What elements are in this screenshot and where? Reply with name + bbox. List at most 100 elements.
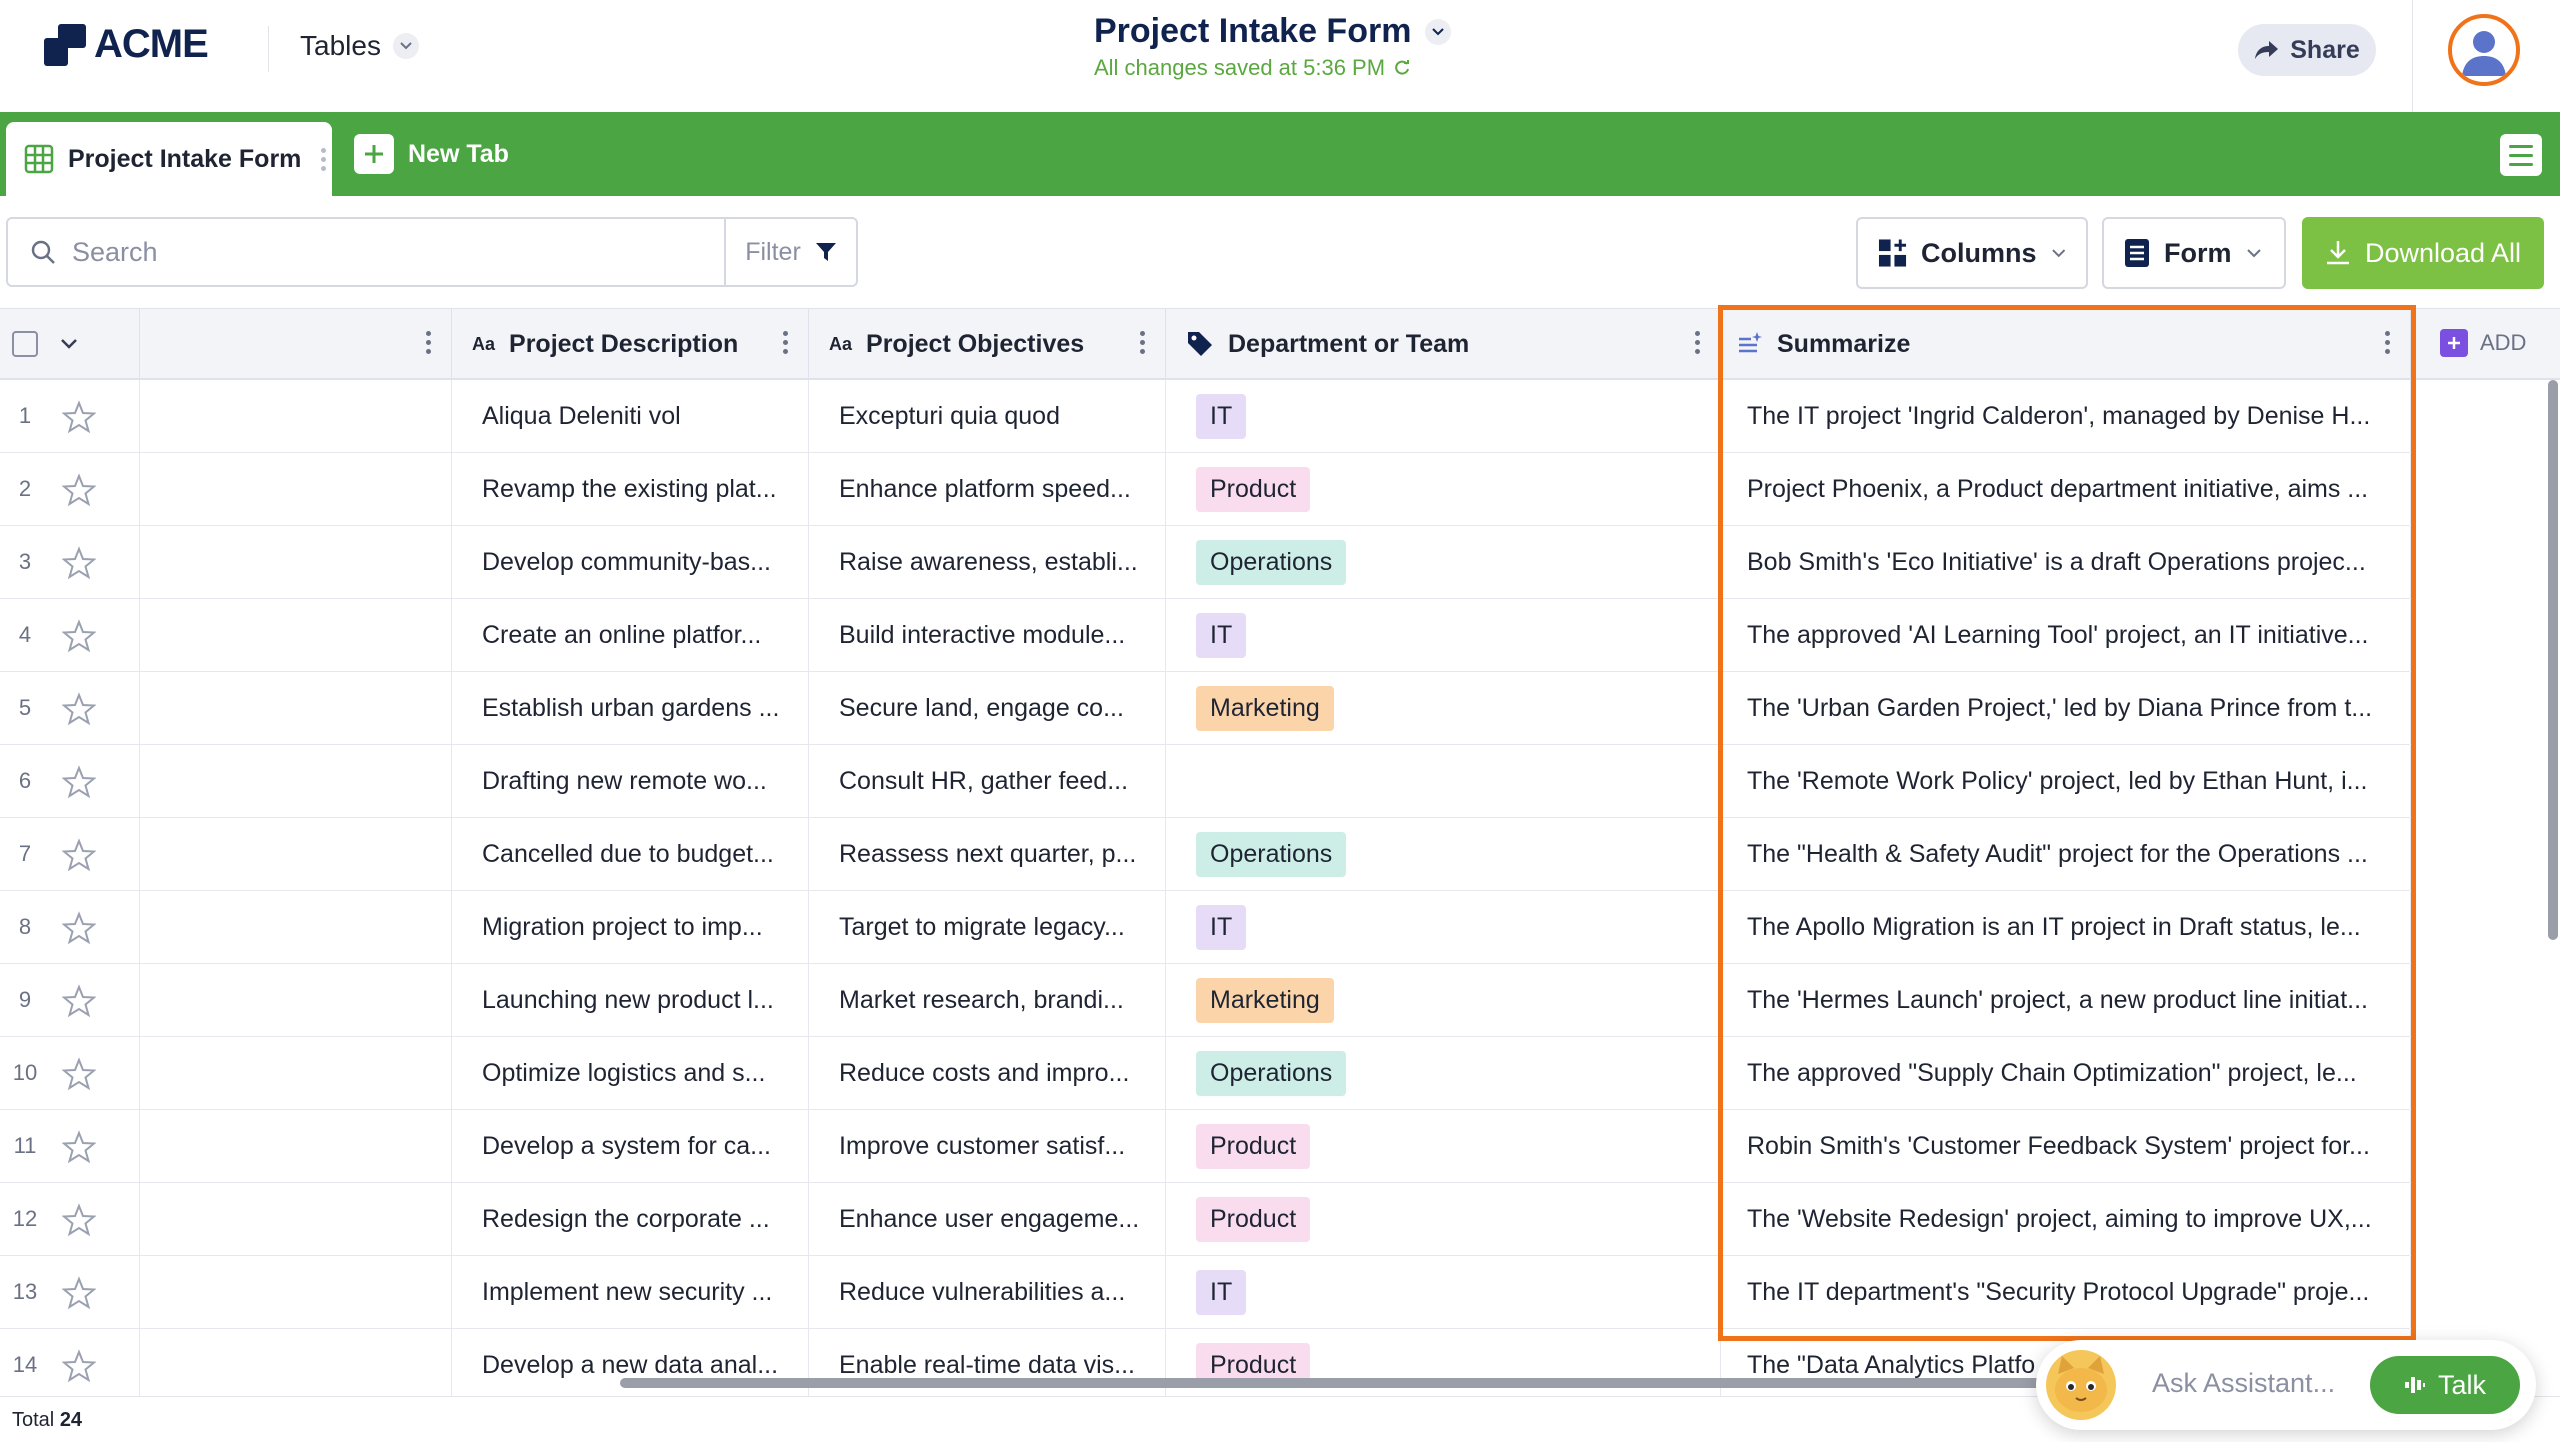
star-icon[interactable] bbox=[61, 911, 97, 952]
star-icon[interactable] bbox=[61, 473, 97, 514]
objectives-cell[interactable]: Target to migrate legacy... bbox=[809, 891, 1166, 963]
table-row[interactable]: 4 Create an online platfor... Build intera… bbox=[0, 599, 2411, 672]
acme-logo[interactable]: ACME bbox=[44, 22, 209, 67]
star-icon[interactable] bbox=[61, 1057, 97, 1098]
title-chevron-down-icon[interactable] bbox=[1425, 18, 1452, 45]
unnamed-cell[interactable] bbox=[140, 599, 452, 671]
doc-title[interactable]: Project Intake Form bbox=[1094, 12, 1452, 51]
department-cell[interactable]: IT bbox=[1166, 891, 1721, 963]
objectives-cell[interactable]: Improve customer satisf... bbox=[809, 1110, 1166, 1182]
table-row[interactable]: 11 Develop a system for ca... Improve cust… bbox=[0, 1110, 2411, 1183]
summary-cell[interactable]: The IT department's "Security Protocol U… bbox=[1721, 1256, 2411, 1328]
summary-cell[interactable]: The 'Hermes Launch' project, a new produ… bbox=[1721, 964, 2411, 1036]
objectives-cell[interactable]: Enhance user engageme... bbox=[809, 1183, 1166, 1255]
description-cell[interactable]: Develop a system for ca... bbox=[452, 1110, 809, 1182]
search-input[interactable]: Search bbox=[6, 217, 726, 287]
department-cell[interactable]: IT bbox=[1166, 1256, 1721, 1328]
column-header-summarize[interactable]: Summarize bbox=[1721, 309, 2411, 379]
summary-cell[interactable]: Bob Smith's 'Eco Initiative' is a draft … bbox=[1721, 526, 2411, 598]
star-icon[interactable] bbox=[61, 619, 97, 660]
column-options-icon[interactable] bbox=[1695, 331, 1700, 354]
tab-options-icon[interactable] bbox=[321, 147, 327, 171]
unnamed-cell[interactable] bbox=[140, 891, 452, 963]
summary-cell[interactable]: The 'Website Redesign' project, aiming t… bbox=[1721, 1183, 2411, 1255]
hamburger-menu-icon[interactable] bbox=[2500, 134, 2542, 176]
table-row[interactable]: 6 Drafting new remote wo... Consult HR, ga… bbox=[0, 745, 2411, 818]
star-icon[interactable] bbox=[61, 984, 97, 1025]
summary-cell[interactable]: The approved 'AI Learning Tool' project,… bbox=[1721, 599, 2411, 671]
description-cell[interactable]: Implement new security ... bbox=[452, 1256, 809, 1328]
vertical-scrollbar[interactable] bbox=[2548, 380, 2558, 940]
unnamed-cell[interactable] bbox=[140, 1037, 452, 1109]
star-icon[interactable] bbox=[61, 838, 97, 879]
summary-cell[interactable]: The IT project 'Ingrid Calderon', manage… bbox=[1721, 380, 2411, 452]
description-cell[interactable]: Drafting new remote wo... bbox=[452, 745, 809, 817]
chevron-down-icon[interactable] bbox=[60, 338, 78, 350]
unnamed-cell[interactable] bbox=[140, 745, 452, 817]
department-cell[interactable]: Marketing bbox=[1166, 672, 1721, 744]
objectives-cell[interactable]: Reduce costs and impro... bbox=[809, 1037, 1166, 1109]
unnamed-cell[interactable] bbox=[140, 1110, 452, 1182]
add-column-button[interactable]: ADD bbox=[2440, 329, 2526, 357]
share-button[interactable]: Share bbox=[2238, 24, 2376, 76]
unnamed-cell[interactable] bbox=[140, 672, 452, 744]
star-icon[interactable] bbox=[61, 1349, 97, 1390]
objectives-cell[interactable]: Excepturi quia quod bbox=[809, 380, 1166, 452]
department-cell[interactable]: Operations bbox=[1166, 818, 1721, 890]
description-cell[interactable]: Create an online platfor... bbox=[452, 599, 809, 671]
assistant-avatar[interactable] bbox=[2046, 1350, 2116, 1420]
objectives-cell[interactable]: Market research, brandi... bbox=[809, 964, 1166, 1036]
table-row[interactable]: 8 Migration project to imp... Target to mi… bbox=[0, 891, 2411, 964]
department-cell[interactable]: Product bbox=[1166, 453, 1721, 525]
objectives-cell[interactable]: Raise awareness, establi... bbox=[809, 526, 1166, 598]
column-header-department[interactable]: Department or Team bbox=[1166, 309, 1721, 379]
objectives-cell[interactable]: Secure land, engage co... bbox=[809, 672, 1166, 744]
talk-button[interactable]: Talk bbox=[2370, 1356, 2520, 1414]
summary-cell[interactable]: The "Health & Safety Audit" project for … bbox=[1721, 818, 2411, 890]
department-cell[interactable] bbox=[1166, 745, 1721, 817]
unnamed-cell[interactable] bbox=[140, 818, 452, 890]
tables-menu[interactable]: Tables bbox=[300, 30, 419, 62]
description-cell[interactable]: Develop a new data anal... bbox=[452, 1329, 809, 1401]
department-cell[interactable]: Product bbox=[1166, 1110, 1721, 1182]
department-cell[interactable]: IT bbox=[1166, 599, 1721, 671]
star-icon[interactable] bbox=[61, 400, 97, 441]
unnamed-cell[interactable] bbox=[140, 1256, 452, 1328]
summary-cell[interactable]: The 'Remote Work Policy' project, led by… bbox=[1721, 745, 2411, 817]
description-cell[interactable]: Launching new product l... bbox=[452, 964, 809, 1036]
summary-cell[interactable]: Robin Smith's 'Customer Feedback System'… bbox=[1721, 1110, 2411, 1182]
objectives-cell[interactable]: Enhance platform speed... bbox=[809, 453, 1166, 525]
form-button[interactable]: Form bbox=[2102, 217, 2286, 289]
table-row[interactable]: 12 Redesign the corporate ... Enhance user… bbox=[0, 1183, 2411, 1256]
column-header-unnamed[interactable] bbox=[140, 309, 452, 379]
objectives-cell[interactable]: Enable real-time data vis... bbox=[809, 1329, 1166, 1401]
column-options-icon[interactable] bbox=[426, 331, 431, 354]
unnamed-cell[interactable] bbox=[140, 526, 452, 598]
user-avatar[interactable] bbox=[2448, 14, 2520, 86]
department-cell[interactable]: Product bbox=[1166, 1183, 1721, 1255]
table-row[interactable]: 13 Implement new security ... Reduce vulne… bbox=[0, 1256, 2411, 1329]
table-row[interactable]: 5 Establish urban gardens ... Secure land,… bbox=[0, 672, 2411, 745]
table-row[interactable]: 3 Develop community-bas... Raise awareness… bbox=[0, 526, 2411, 599]
department-cell[interactable]: Operations bbox=[1166, 1037, 1721, 1109]
tab-project-intake-form[interactable]: Project Intake Form bbox=[6, 122, 332, 196]
column-header-objectives[interactable]: Aa Project Objectives bbox=[809, 309, 1166, 379]
summary-cell[interactable]: Project Phoenix, a Product department in… bbox=[1721, 453, 2411, 525]
star-icon[interactable] bbox=[61, 692, 97, 733]
columns-button[interactable]: Columns bbox=[1856, 217, 2088, 289]
description-cell[interactable]: Develop community-bas... bbox=[452, 526, 809, 598]
objectives-cell[interactable]: Reassess next quarter, p... bbox=[809, 818, 1166, 890]
new-tab-button[interactable]: New Tab bbox=[354, 134, 509, 174]
star-icon[interactable] bbox=[61, 765, 97, 806]
description-cell[interactable]: Revamp the existing plat... bbox=[452, 453, 809, 525]
filter-button[interactable]: Filter bbox=[724, 217, 858, 287]
department-cell[interactable]: Operations bbox=[1166, 526, 1721, 598]
select-all-checkbox[interactable] bbox=[12, 331, 38, 357]
department-cell[interactable]: Product bbox=[1166, 1329, 1721, 1401]
description-cell[interactable]: Aliqua Deleniti vol bbox=[452, 380, 809, 452]
star-icon[interactable] bbox=[61, 546, 97, 587]
star-icon[interactable] bbox=[61, 1276, 97, 1317]
department-cell[interactable]: Marketing bbox=[1166, 964, 1721, 1036]
unnamed-cell[interactable] bbox=[140, 1183, 452, 1255]
column-options-icon[interactable] bbox=[1140, 331, 1145, 354]
